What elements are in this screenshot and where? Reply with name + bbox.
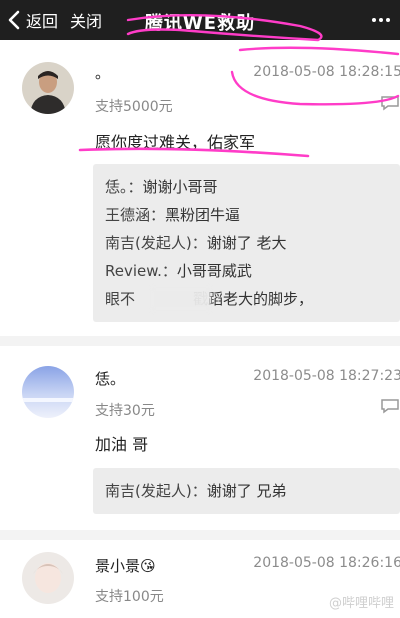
reply-message: 小哥哥威武: [176, 262, 252, 280]
avatar[interactable]: [22, 552, 74, 604]
reply-author: 南吉(发起人)：: [105, 482, 207, 500]
comment-item: 恁。 2018-05-08 18:27:23 支持30元 加油 哥 南吉(发起人…: [0, 346, 400, 530]
comment-item: 。 2018-05-08 18:28:15 支持5000元 愿你度过难关，佑家军…: [0, 40, 400, 336]
reply-message: 谢谢了 老大: [206, 234, 287, 252]
divider: [0, 336, 400, 346]
reply-item[interactable]: 南吉(发起人)：谢谢了 老大: [105, 232, 287, 253]
comment-time: 2018-05-08 18:26:16: [253, 555, 400, 571]
back-button[interactable]: 返回: [6, 8, 58, 32]
avatar[interactable]: [22, 62, 74, 114]
reply-author: 眼不: [105, 290, 136, 308]
reply-message: 谢谢小哥哥: [142, 178, 218, 196]
reply-icon[interactable]: [380, 398, 400, 414]
reply-author: 南吉(发起人)：: [105, 234, 207, 252]
commenter-name: 。: [95, 64, 111, 82]
reply-message: 谢谢了 兄弟: [206, 482, 287, 500]
reply-icon[interactable]: [380, 95, 400, 111]
reply-item[interactable]: 南吉(发起人)：谢谢了 兄弟: [105, 480, 287, 501]
reply-list: 恁。：谢谢小哥哥 王德涵：黑粉团牛逼 南吉(发起人)：谢谢了 老大 Review…: [93, 164, 400, 322]
top-bar: 返回 关闭 腾讯WE救助: [0, 0, 400, 40]
reply-author: Review.：: [105, 262, 177, 280]
avatar[interactable]: [22, 366, 74, 418]
blur-mask: [151, 288, 211, 310]
comment-time: 2018-05-08 18:28:15: [253, 64, 400, 80]
commenter-name: 恁。: [95, 370, 126, 388]
comment-text: 加油 哥: [95, 435, 149, 454]
more-options-icon[interactable]: [372, 12, 390, 28]
reply-message: 戳蹈老大的脚步，: [193, 290, 314, 308]
support-amount: 支持100元: [95, 589, 164, 605]
reply-author: 恁。：: [105, 178, 143, 196]
commenter-name: 景小景😘: [95, 557, 156, 575]
page-title: 腾讯WE救助: [144, 13, 256, 34]
support-amount: 支持30元: [95, 403, 155, 419]
support-amount: 支持5000元: [95, 99, 173, 115]
close-button[interactable]: 关闭: [70, 8, 102, 32]
comment-text: 愿你度过难关，佑家军: [95, 133, 256, 152]
reply-list: 南吉(发起人)：谢谢了 兄弟: [93, 468, 400, 514]
reply-item[interactable]: Review.：小哥哥威武: [105, 260, 252, 281]
back-label: 返回: [26, 12, 59, 31]
divider: [0, 530, 400, 540]
reply-item[interactable]: 恁。：谢谢小哥哥: [105, 176, 218, 197]
chevron-left-icon: [8, 10, 20, 30]
comment-time: 2018-05-08 18:27:23: [253, 368, 400, 384]
watermark: @哔哩哔哩: [328, 596, 394, 611]
reply-message: 黑粉团牛逼: [165, 206, 241, 224]
reply-author: 王德涵：: [105, 206, 166, 224]
reply-item[interactable]: 王德涵：黑粉团牛逼: [105, 204, 240, 225]
